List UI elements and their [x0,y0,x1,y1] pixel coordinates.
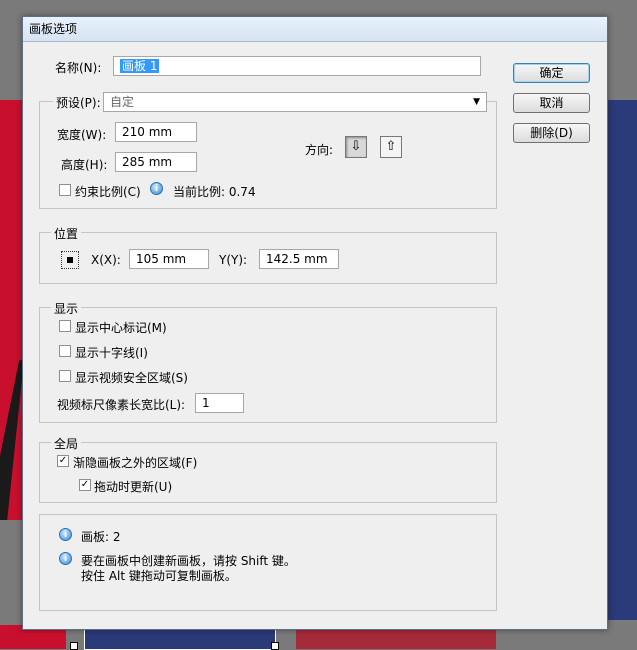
name-input[interactable]: 画板 1 [113,56,481,76]
reference-point-icon[interactable] [61,251,79,269]
constrain-proportions-checkbox[interactable] [59,184,71,196]
show-video-safe-label: 显示视频安全区域(S) [75,371,188,385]
width-label: 宽度(W): [57,128,107,142]
show-center-mark-checkbox[interactable] [59,320,71,332]
artboard-options-dialog: 画板选项 名称(N): 画板 1 确定 取消 删除(D) 预设(P): 自定 ▼… [22,16,608,630]
chevron-down-icon: ▼ [473,97,480,107]
orientation-label: 方向: [305,143,334,157]
constrain-proportions-label: 约束比例(C) [75,185,141,199]
width-input[interactable]: 210 mm [115,122,197,142]
update-while-dragging-label: 拖动时更新(U) [94,480,173,494]
video-ruler-aspect-label: 视频标尺像素长宽比(L): [57,398,186,412]
global-group-title: 全局 [51,435,82,452]
cancel-button[interactable]: 取消 [513,93,590,113]
fade-region-checkbox[interactable]: ✓ [57,455,69,467]
info-icon: i [150,182,163,195]
x-label: X(X): [91,253,121,267]
show-video-safe-checkbox[interactable] [59,370,71,382]
landscape-icon: ⇧ [385,139,397,154]
y-label: Y(Y): [219,253,248,267]
y-input[interactable]: 142.5 mm [259,249,339,269]
height-label: 高度(H): [61,158,108,172]
name-value: 画板 1 [120,59,160,73]
display-group-title: 显示 [51,300,82,317]
dialog-title: 画板选项 [23,17,607,42]
ok-button[interactable]: 确定 [513,63,590,83]
current-ratio-label: 当前比例: 0.74 [173,185,256,199]
name-label: 名称(N): [55,61,102,75]
preset-select[interactable]: 自定 ▼ [103,92,487,112]
preset-value: 自定 [110,95,135,109]
artboard-count: 画板: 2 [81,530,121,544]
delete-button[interactable]: 删除(D) [513,123,590,143]
info-icon: i [59,528,72,541]
update-while-dragging-checkbox[interactable]: ✓ [79,479,91,491]
landscape-orientation-button[interactable]: ⇧ [380,136,402,158]
artboard-background-blue [606,100,637,620]
x-input[interactable]: 105 mm [129,249,209,269]
show-cross-hairs-checkbox[interactable] [59,345,71,357]
fade-region-label: 渐隐画板之外的区域(F) [73,456,198,470]
position-group-title: 位置 [51,225,82,242]
show-center-mark-label: 显示中心标记(M) [75,321,167,335]
info-tip-line-2: 按住 Alt 键拖动可复制画板。 [81,569,237,583]
show-cross-hairs-label: 显示十字线(I) [75,346,148,360]
height-input[interactable]: 285 mm [115,152,197,172]
preset-label: 预设(P): [53,94,104,111]
portrait-icon: ⇩ [350,139,362,154]
portrait-orientation-button[interactable]: ⇩ [345,136,367,158]
video-ruler-aspect-input[interactable]: 1 [195,393,244,413]
info-icon: i [59,552,72,565]
